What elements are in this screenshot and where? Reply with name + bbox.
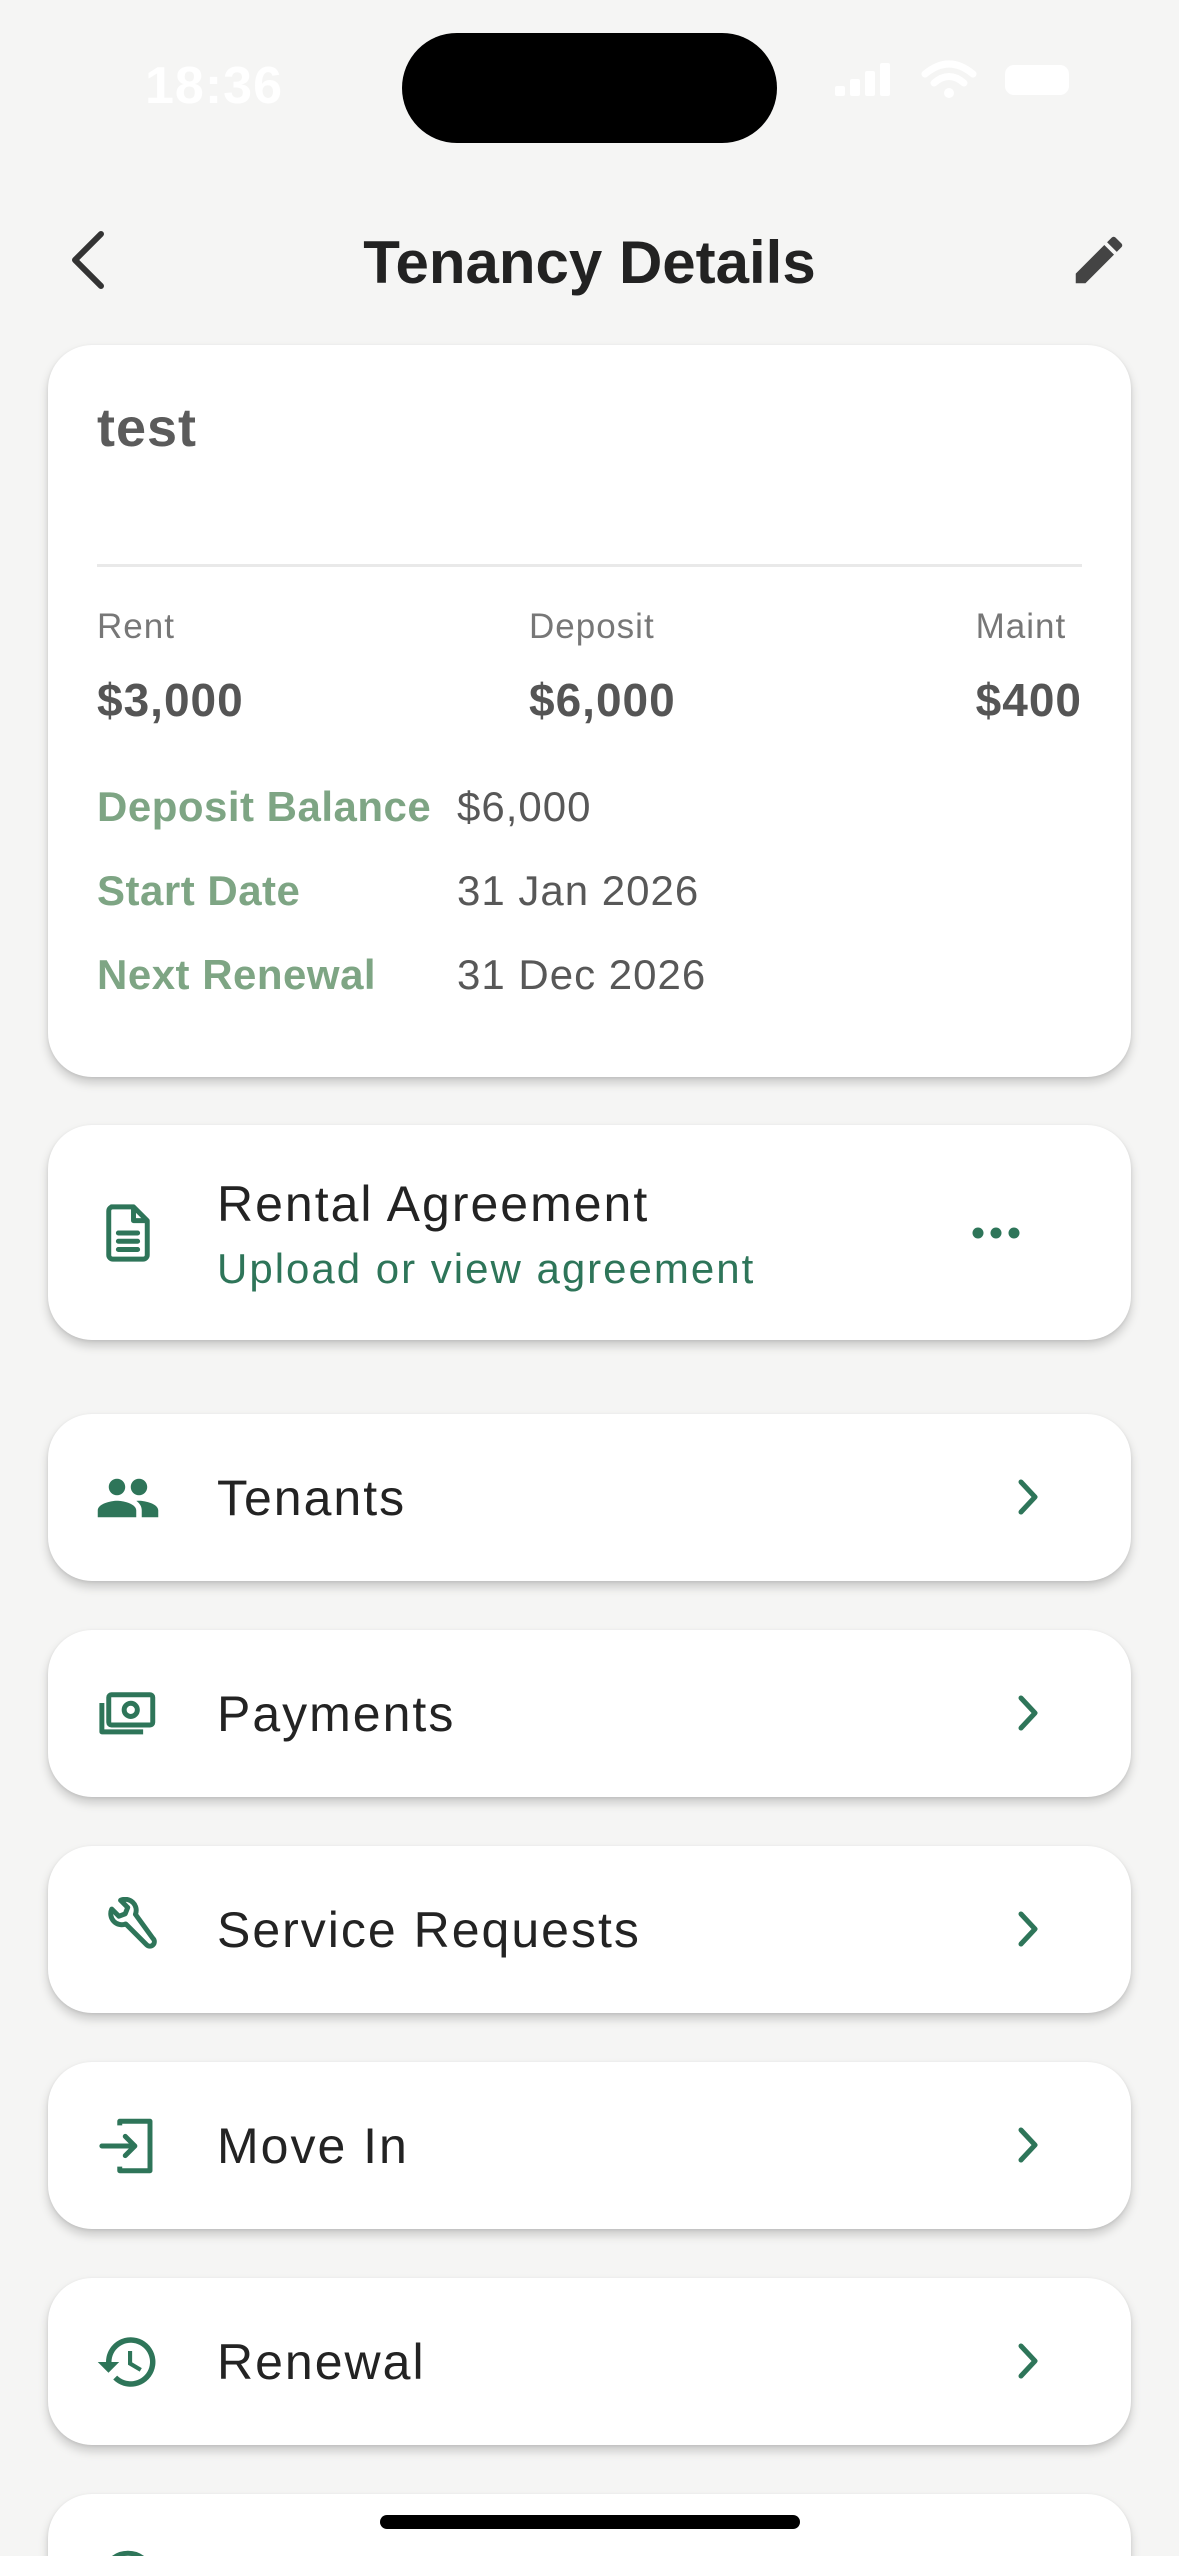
menu-item-label: Payments bbox=[217, 1686, 456, 1742]
rent-column: Rent $3,000 bbox=[97, 607, 244, 727]
battery-icon bbox=[1005, 65, 1069, 95]
page-title: Tenancy Details bbox=[363, 229, 816, 296]
signal-icon bbox=[835, 63, 890, 96]
menu-item-label: Renewal bbox=[217, 2334, 426, 2390]
tenancy-summary-card: test Rent $3,000 Deposit $6,000 Maint $4… bbox=[48, 345, 1131, 1077]
chevron-right-icon bbox=[1003, 1904, 1053, 1954]
circle-icon bbox=[92, 2542, 164, 2556]
money-icon bbox=[92, 1678, 164, 1750]
start-date-row: Start Date 31 Jan 2026 bbox=[97, 861, 699, 921]
wrench-icon bbox=[92, 1894, 164, 1966]
tenancy-details-screen: 18:36 Tenancy Details test Rent $3,000 D… bbox=[0, 0, 1179, 2556]
history-icon bbox=[92, 2326, 164, 2398]
maint-value: $400 bbox=[975, 674, 1082, 726]
more-options-button[interactable] bbox=[961, 1205, 1031, 1261]
people-icon bbox=[92, 1462, 164, 1534]
agreement-subtitle: Upload or view agreement bbox=[217, 1245, 756, 1292]
agreement-title: Rental Agreement bbox=[217, 1176, 650, 1232]
maint-label: Maint bbox=[975, 607, 1067, 646]
menu-item-service-requests[interactable]: Service Requests bbox=[48, 1846, 1131, 2013]
status-bar: 18:36 bbox=[0, 0, 1179, 170]
menu-item-label: Move In bbox=[217, 2118, 409, 2174]
detail-value: 31 Dec 2026 bbox=[457, 951, 707, 998]
divider bbox=[97, 564, 1082, 567]
chevron-right-icon bbox=[1003, 1688, 1053, 1738]
deposit-balance-row: Deposit Balance $6,000 bbox=[97, 777, 591, 837]
pencil-icon bbox=[1075, 236, 1123, 284]
rental-agreement-card[interactable]: Rental Agreement Upload or view agreemen… bbox=[48, 1125, 1131, 1340]
status-icons bbox=[833, 60, 1069, 100]
deposit-column: Deposit $6,000 bbox=[529, 607, 676, 727]
menu-item-label: Tenants bbox=[217, 1470, 407, 1526]
header: Tenancy Details bbox=[0, 210, 1179, 310]
menu-item-tenants[interactable]: Tenants bbox=[48, 1414, 1131, 1581]
home-indicator[interactable] bbox=[380, 2515, 800, 2529]
detail-label: Next Renewal bbox=[97, 951, 377, 998]
dynamic-island bbox=[402, 33, 777, 143]
chevron-right-icon bbox=[1003, 2120, 1053, 2170]
rent-label: Rent bbox=[97, 607, 175, 646]
deposit-label: Deposit bbox=[529, 607, 655, 646]
rent-value: $3,000 bbox=[97, 674, 244, 726]
document-icon bbox=[92, 1197, 164, 1269]
next-renewal-row: Next Renewal 31 Dec 2026 bbox=[97, 945, 706, 1005]
detail-value: 31 Jan 2026 bbox=[457, 867, 700, 914]
deposit-value: $6,000 bbox=[529, 674, 676, 726]
chevron-right-icon bbox=[1003, 2336, 1053, 2386]
menu-item-renewal[interactable]: Renewal bbox=[48, 2278, 1131, 2445]
login-icon bbox=[92, 2110, 164, 2182]
status-time: 18:36 bbox=[145, 57, 283, 115]
maint-column: Maint $400 bbox=[976, 607, 1082, 727]
menu-item-payments[interactable]: Payments bbox=[48, 1630, 1131, 1797]
menu-item-move-in[interactable]: Move In bbox=[48, 2062, 1131, 2229]
detail-value: $6,000 bbox=[457, 783, 592, 830]
chevron-right-icon bbox=[1003, 1472, 1053, 1522]
tenancy-name: test bbox=[97, 398, 198, 458]
menu-item-label: Service Requests bbox=[217, 1902, 641, 1958]
detail-label: Start Date bbox=[97, 867, 301, 914]
edit-button[interactable] bbox=[1059, 220, 1139, 300]
more-horizontal-icon bbox=[972, 1227, 1020, 1239]
wifi-icon bbox=[921, 60, 977, 98]
detail-label: Deposit Balance bbox=[97, 783, 432, 830]
